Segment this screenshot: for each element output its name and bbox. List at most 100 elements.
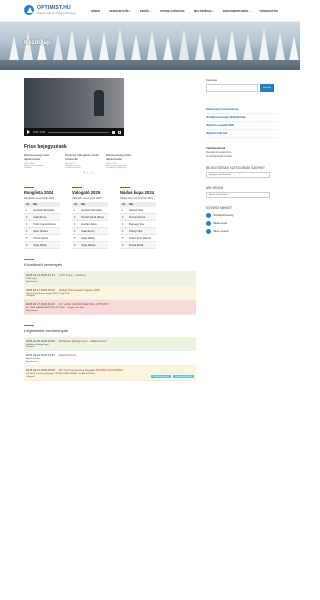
result-button[interactable]: Eredmények (web) — [173, 375, 194, 379]
carousel-dot[interactable] — [86, 171, 89, 174]
nav-item-label: Támogatók — [259, 9, 278, 13]
results-heading: Legfrissebb eredmények — [24, 327, 68, 333]
event-name[interactable]: VVSI Kupa – Szabory — [59, 273, 86, 277]
nav-item-label: Vitorlázóknak — [159, 9, 185, 13]
news-author-2: 6 Admin — [24, 166, 32, 169]
event-row[interactable]: 2025.04.12 2025.04.13 VVSI Kupa – Szabory… — [24, 271, 196, 286]
event-row[interactable]: 2025.03.07 2025.03.08 5th Youth Centenary… — [24, 365, 196, 382]
table-row: 4 Pahagi Júlia — [120, 228, 156, 236]
event-row[interactable]: 2025.04.17 2025.04.20 Sailing Point Easte… — [24, 285, 196, 301]
event-category-row: Egelő hazai — [26, 361, 194, 363]
event-name[interactable]: 43° LAKE GARDA MEETING OPTIMIST — [59, 302, 109, 306]
ranking-column: Ranglista 2024 Ranglista versenyzők 2024 H… — [24, 187, 60, 250]
rank-number: 1 — [74, 208, 76, 212]
past-results: 2025.04.05 2025.04.06 Reiffeisen Ejárági … — [24, 336, 196, 382]
sidebar-link[interactable]: Elsőévségi hozzvezetések — [206, 106, 278, 114]
follow-link[interactable]: Nikon verseni — [206, 229, 278, 234]
competitor-name: Gondolan Barnabás — [33, 208, 55, 212]
accent-bar — [120, 187, 130, 189]
meta-link[interactable]: Új vitorlázóknak főnyitás — [206, 155, 278, 158]
categories-select[interactable]: Kategória kiválasztása — [206, 172, 270, 178]
event-category: Egelő hazai — [26, 360, 38, 363]
event-header: 2025.04.17 2025.04.20 43° LAKE GARDA MEET… — [26, 302, 194, 306]
news-card[interactable]: Elsőévességi üdés tájékoztatás 2025.08.00… — [24, 153, 60, 169]
carousel-dots — [0, 171, 194, 174]
nav-item-label: Dokumentumok — [222, 9, 249, 13]
event-row[interactable]: 2025.04.05 2025.04.06 Reiffeisen Ejárági … — [24, 336, 196, 352]
rank-number: 6 — [122, 243, 124, 247]
news-title[interactable]: Optimist Válogatott szülői értekezlet — [65, 153, 101, 162]
chevron-down-icon: ▾ — [212, 11, 214, 13]
news-card[interactable]: Optimist Válogatott szülői értekezlet 202… — [65, 153, 101, 168]
video-progress[interactable] — [47, 131, 109, 133]
rankings: Ranglista 2024 Ranglista versenyzők 2024 H… — [24, 187, 194, 250]
follow-link[interactable]: Osztályszövetség — [206, 213, 278, 218]
competitor-name: Pahagi Júlia — [129, 229, 143, 233]
rank-number: 2 — [26, 215, 28, 219]
nav-item-dokumentumok[interactable]: Dokumentumok▾ — [223, 9, 251, 13]
nav-item-versenyzőé[interactable]: Versenyzőé▾ — [109, 9, 131, 13]
news-title[interactable]: Elsőévességi üdés tájékoztatás — [106, 153, 142, 162]
search-input[interactable] — [206, 84, 258, 92]
event-category: Válogató — [26, 375, 35, 378]
table-row: 1 Németh Kata — [120, 207, 156, 215]
table-row: 2 Pozsonai Réza — [120, 214, 156, 222]
nav-item-edzői[interactable]: Edzői▾ — [140, 9, 151, 13]
sidebar-link[interactable]: Osztályszövetségi mbktábornak — [206, 114, 278, 122]
header-rank: Hz. — [26, 203, 30, 207]
competitor-name: Vörren Andrés — [33, 236, 49, 240]
result-button[interactable]: Eredmények (pdf) — [151, 375, 172, 379]
table-row: 3 Tóvik Csanád Zöorva — [24, 221, 60, 229]
follow-link[interactable]: Nádas kupa — [206, 221, 278, 226]
news-title[interactable]: Elsőévességi üdés tájékoztatás — [24, 153, 60, 162]
play-icon[interactable] — [27, 130, 30, 134]
event-name[interactable]: Agárdi évnyitó — [59, 353, 77, 357]
archive-select[interactable]: Hónap kiválasztása — [206, 192, 270, 198]
fullscreen-icon[interactable] — [118, 130, 121, 134]
main-content: 0:00 / 1:28 Friss bejegyzések Elsőévessé… — [24, 75, 196, 382]
event-name[interactable]: 5th Youth Centenary Regatta TROFEO FACCE… — [59, 368, 123, 372]
video-player[interactable]: 0:00 / 1:28 — [24, 78, 124, 136]
ranking-title: Ranglista 2024 — [24, 190, 54, 196]
volume-icon[interactable] — [112, 130, 115, 134]
rank-number: 4 — [26, 229, 28, 233]
meta-link[interactable]: Metodái olvmegszerben — [206, 151, 278, 154]
sidebar-link[interactable]: Optimist tőlfonok — [206, 130, 278, 138]
table-row: 3 Bajcsegé Vibe — [120, 221, 156, 229]
event-header: 2025.04.17 2025.04.20 Sailing Point Easte… — [26, 288, 194, 292]
follow-heading: Kövess minket — [206, 206, 233, 210]
event-date: 2025.03.07 2025.03.08 — [26, 367, 55, 372]
nav-item-vitorlázóknak[interactable]: Vitorlázóknak — [160, 9, 185, 13]
competitor-name: Ulerci Tamara — [33, 229, 48, 233]
follow-label: Osztályszövetség — [213, 214, 234, 217]
competitor-name: Németh Kata — [129, 208, 143, 212]
table-row: 1 Gondoen Barnabás — [72, 207, 108, 215]
ranking-column: Nádas kupa 2024 Nádas kupa versenyzők 202… — [120, 187, 156, 250]
nav-item-támogatók[interactable]: Támogatók — [259, 9, 278, 13]
site-logo[interactable]: OPTIMIST.HU Magyar Optimist Osztályszöve… — [24, 5, 75, 15]
event-name[interactable]: Sailing Point Easter regatta 2025 — [59, 288, 100, 292]
nav-item-label: Hírek — [91, 9, 101, 13]
search-button[interactable]: Keresés — [260, 84, 274, 92]
rank-number: 3 — [74, 222, 76, 226]
event-row[interactable]: 2025.03.29 2025.03.30 Agárdi évnyitó Agárd… — [24, 351, 196, 366]
nav-item-label: Multimédia — [193, 9, 212, 13]
event-category: Válogató — [26, 346, 35, 349]
ranking-title: Nádas kupa 2024 — [120, 190, 154, 196]
nav-item-multimédia[interactable]: Multimédia▾ — [194, 9, 214, 13]
sidebar-link[interactable]: Optimist csapatai 2025 — [206, 122, 278, 130]
carousel-dot[interactable] — [92, 171, 95, 174]
news-card[interactable]: Elsőévességi üdés tájékoztatás 2025.02.11… — [106, 153, 142, 168]
event-date: 2025.04.17 2025.04.20 — [26, 287, 55, 292]
news-carousel: Elsőévességi üdés tájékoztatás 2025.08.00… — [24, 153, 194, 169]
nav-item-hírek[interactable]: Hírek — [91, 9, 100, 13]
social-icon — [206, 221, 211, 226]
event-category: Válogató — [26, 295, 35, 298]
ranking-column: Válogató 2025 Válogató versenyzők 2025 Hz.… — [72, 187, 108, 250]
header-rank: Hz. — [74, 203, 78, 207]
event-row[interactable]: 2025.04.17 2025.04.20 43° LAKE GARDA MEET… — [24, 300, 196, 315]
event-name[interactable]: Reiffeisen Ejárági kupa – Balatonfüred — [59, 339, 107, 343]
table-row: 5 Vörren Andrés — [24, 235, 60, 243]
carousel-dot[interactable] — [89, 171, 92, 174]
carousel-dot[interactable] — [83, 171, 86, 174]
